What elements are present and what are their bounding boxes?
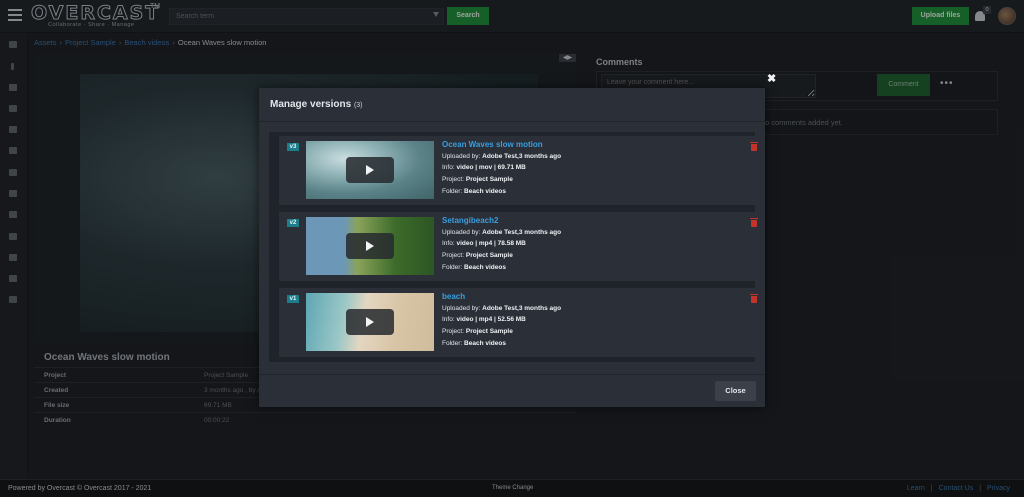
play-icon[interactable] (346, 309, 394, 335)
delete-version-icon[interactable] (750, 218, 758, 227)
version-folder: Folder: Beach videos (442, 340, 506, 347)
play-icon[interactable] (346, 157, 394, 183)
manage-versions-modal: Manage versions (3) v3 Ocean Waves slow … (259, 88, 765, 407)
version-item: v2 Setangibeach2 Uploaded by: Adobe Test… (279, 212, 758, 281)
version-info: Info: video | mp4 | 52.56 MB (442, 316, 526, 323)
version-folder: Folder: Beach videos (442, 188, 506, 195)
versions-list: v3 Ocean Waves slow motion Uploaded by: … (269, 132, 758, 362)
delete-version-icon[interactable] (750, 294, 758, 303)
video-thumbnail[interactable] (306, 141, 434, 199)
video-thumbnail[interactable] (306, 217, 434, 275)
version-uploaded: Uploaded by: Adobe Test,3 months ago (442, 229, 562, 236)
delete-version-icon[interactable] (750, 142, 758, 151)
version-uploaded: Uploaded by: Adobe Test,3 months ago (442, 153, 562, 160)
version-folder: Folder: Beach videos (442, 264, 506, 271)
version-project: Project: Project Sample (442, 252, 513, 259)
version-name[interactable]: Ocean Waves slow motion (442, 140, 543, 149)
version-name[interactable]: beach (442, 292, 465, 301)
close-icon[interactable]: ✖ (767, 72, 776, 85)
version-count: (3) (353, 102, 363, 109)
version-name[interactable]: Setangibeach2 (442, 216, 498, 225)
version-badge: v2 (287, 219, 299, 227)
version-uploaded: Uploaded by: Adobe Test,3 months ago (442, 305, 562, 312)
modal-header: Manage versions (3) (259, 88, 765, 122)
close-button[interactable]: Close (715, 381, 756, 401)
version-project: Project: Project Sample (442, 176, 513, 183)
modal-title: Manage versions (3) (270, 99, 363, 110)
modal-footer (259, 374, 765, 407)
version-project: Project: Project Sample (442, 328, 513, 335)
version-info: Info: video | mp4 | 78.58 MB (442, 240, 526, 247)
version-badge: v3 (287, 143, 299, 151)
video-thumbnail[interactable] (306, 293, 434, 351)
version-item: v1 beach Uploaded by: Adobe Test,3 month… (279, 288, 758, 357)
version-item: v3 Ocean Waves slow motion Uploaded by: … (279, 136, 758, 205)
play-icon[interactable] (346, 233, 394, 259)
version-info: Info: video | mov | 69.71 MB (442, 164, 526, 171)
version-badge: v1 (287, 295, 299, 303)
